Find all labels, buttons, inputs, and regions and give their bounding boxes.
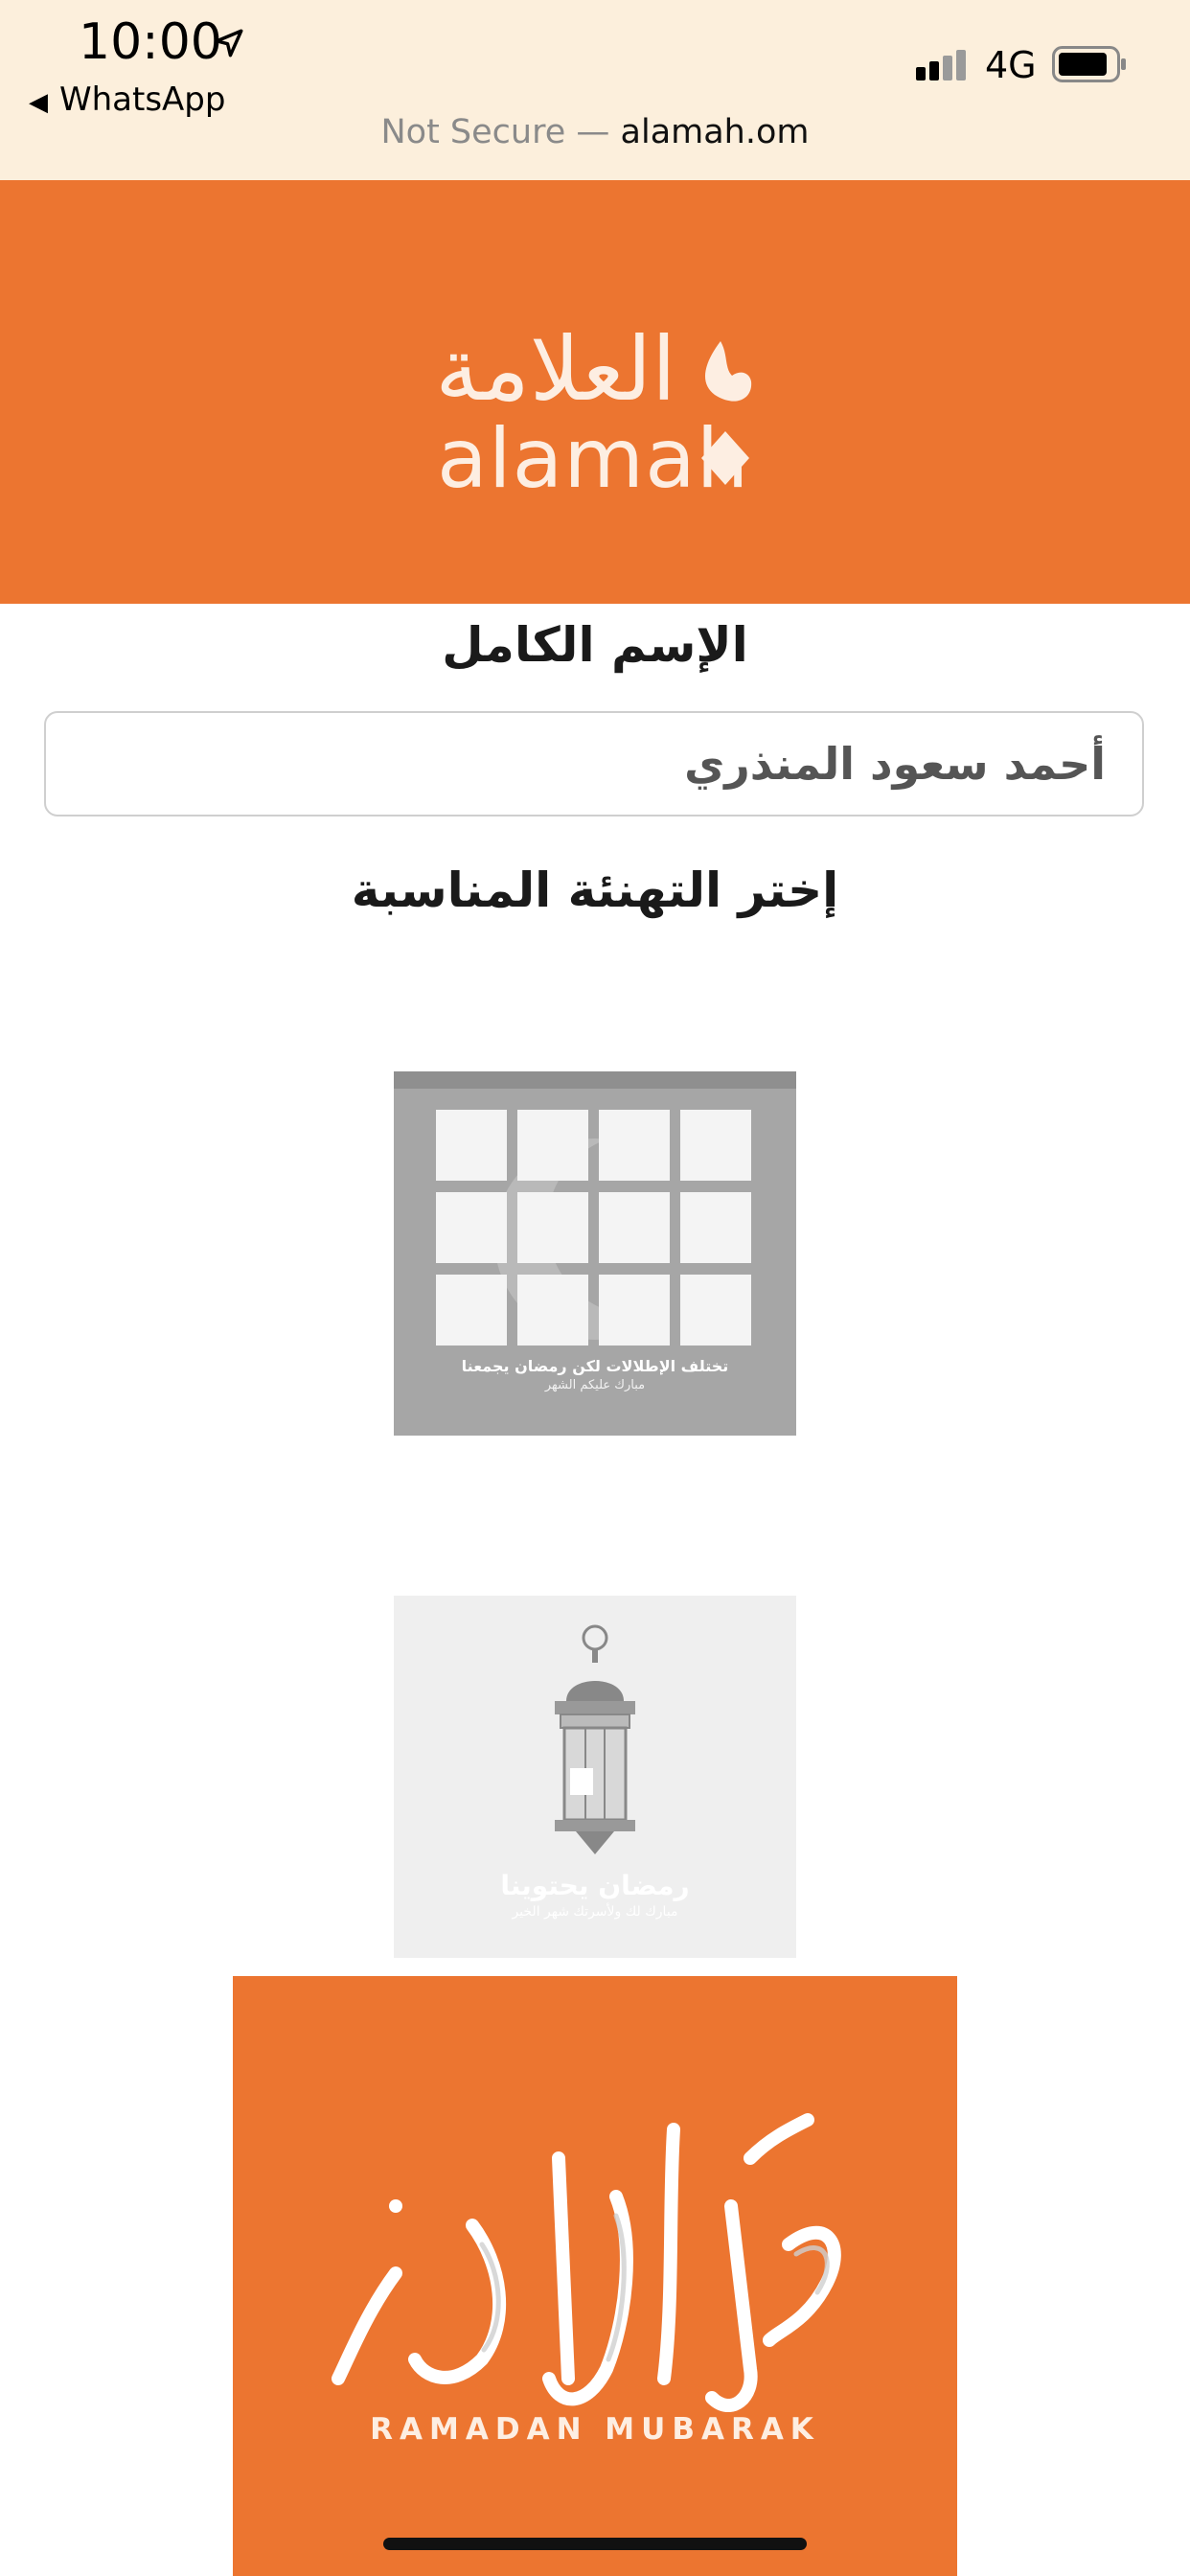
location-arrow-icon	[215, 29, 243, 58]
home-indicator[interactable]	[383, 2538, 807, 2550]
signal-icon	[916, 50, 966, 80]
greeting-card-windows[interactable]: تختلف الإطلالات لكن رمضان يجمعنا مبارك ع…	[394, 1071, 796, 1436]
lantern-icon	[555, 1624, 635, 1854]
greeting-card-ramadan-mubarak[interactable]: RAMADAN MUBARAK	[233, 1976, 957, 2576]
card-subline: مبارك عليكم الشهر	[544, 1378, 646, 1392]
site-header: العلامة alamah	[0, 180, 1190, 604]
clock: 10:00	[79, 13, 222, 71]
windows-grid	[436, 1110, 752, 1355]
full-name-input[interactable]: أحمد سعود المنذري	[44, 711, 1144, 816]
choose-greeting-label: إختر التهنئة المناسبة	[351, 862, 839, 918]
card-headline: رمضان يحتوينا	[500, 1870, 690, 1901]
address-bar[interactable]: Not Secure — alamah.om	[0, 113, 1190, 151]
greeting-card-lantern[interactable]: رمضان يحتوينا مبارك لك ولأسرتك شهر الخير	[394, 1596, 796, 1958]
card-subline: مبارك لك ولأسرتك شهر الخير	[512, 1904, 678, 1920]
battery-icon	[1052, 46, 1126, 82]
logo-mark-icon	[701, 341, 752, 485]
ramadan-mubarak-caption: RAMADAN MUBARAK	[370, 2412, 820, 2447]
card-top-strip	[394, 1071, 796, 1089]
full-name-label: الإسم الكامل	[442, 617, 748, 673]
not-secure-label: Not Secure —	[380, 113, 621, 151]
logo-arabic-text: العلامة	[435, 318, 676, 421]
status-bar: 10:00 ◀ WhatsApp 4G Not Secure — alamah.o…	[0, 0, 1190, 180]
network-type: 4G	[985, 44, 1037, 86]
card-headline: تختلف الإطلالات لكن رمضان يجمعنا	[461, 1357, 729, 1375]
url-domain: alamah.om	[620, 113, 810, 151]
